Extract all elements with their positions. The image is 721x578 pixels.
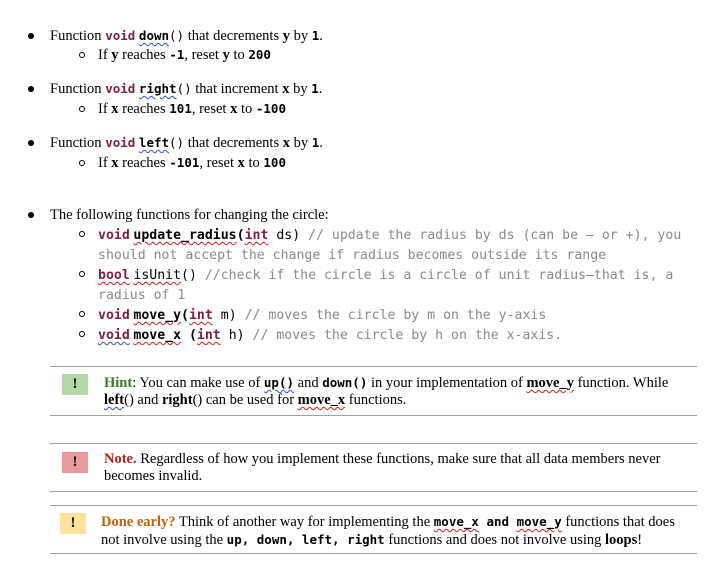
sub-bullet-circle-icon	[79, 231, 85, 237]
sub-bullet-circle-icon	[79, 106, 85, 112]
divider	[50, 366, 697, 367]
code-move-y: void move_y(int m) // moves the circle b…	[98, 308, 547, 323]
note-text: Note. Regardless of how you implement th…	[104, 451, 661, 484]
divider	[50, 505, 697, 506]
hint-text: Hint: You can make use of up() and down(…	[104, 375, 669, 408]
exclamation-icon: !	[62, 374, 88, 395]
divider	[50, 443, 697, 444]
function-name: left	[138, 135, 170, 150]
function-down-rule: If y reaches -1, reset y to 200	[98, 47, 271, 63]
function-left-line: Function void left() that decrements x b…	[50, 135, 323, 151]
sub-bullet-circle-icon	[79, 311, 85, 317]
function-name: down	[138, 28, 170, 43]
function-right-rule: If x reaches 101, reset x to -100	[98, 101, 286, 117]
function-name: right	[138, 81, 177, 96]
divider	[50, 415, 697, 416]
code-move-x: void move_x (int h) // moves the circle …	[98, 328, 563, 343]
sub-bullet-circle-icon	[79, 52, 85, 58]
code-update-radius: void update_radius(int ds) // update the…	[98, 228, 682, 243]
exclamation-icon: !	[60, 513, 86, 534]
function-right-line: Function void right() that increment x b…	[50, 81, 323, 97]
sub-bullet-circle-icon	[79, 271, 85, 277]
bullet-dot-icon	[28, 140, 34, 146]
bullet-dot-icon	[28, 86, 34, 92]
code-is-unit-cont: radius of 1	[98, 288, 186, 303]
function-left-rule: If x reaches -101, reset x to 100	[98, 155, 286, 171]
divider	[50, 553, 697, 554]
sub-bullet-circle-icon	[79, 331, 85, 337]
code-is-unit: bool isUnit() //check if the circle is a…	[98, 268, 674, 283]
bullet-dot-icon	[28, 212, 34, 218]
divider	[50, 491, 697, 492]
function-down-line: Function void down() that decrements y b…	[50, 28, 323, 44]
section-intro: The following functions for changing the…	[50, 207, 329, 223]
code-update-radius-cont: should not accept the change if radius b…	[98, 248, 607, 263]
sub-bullet-circle-icon	[79, 160, 85, 166]
bullet-dot-icon	[28, 33, 34, 39]
done-early-text: Done early? Think of another way for imp…	[101, 514, 675, 548]
exclamation-icon: !	[62, 452, 88, 473]
